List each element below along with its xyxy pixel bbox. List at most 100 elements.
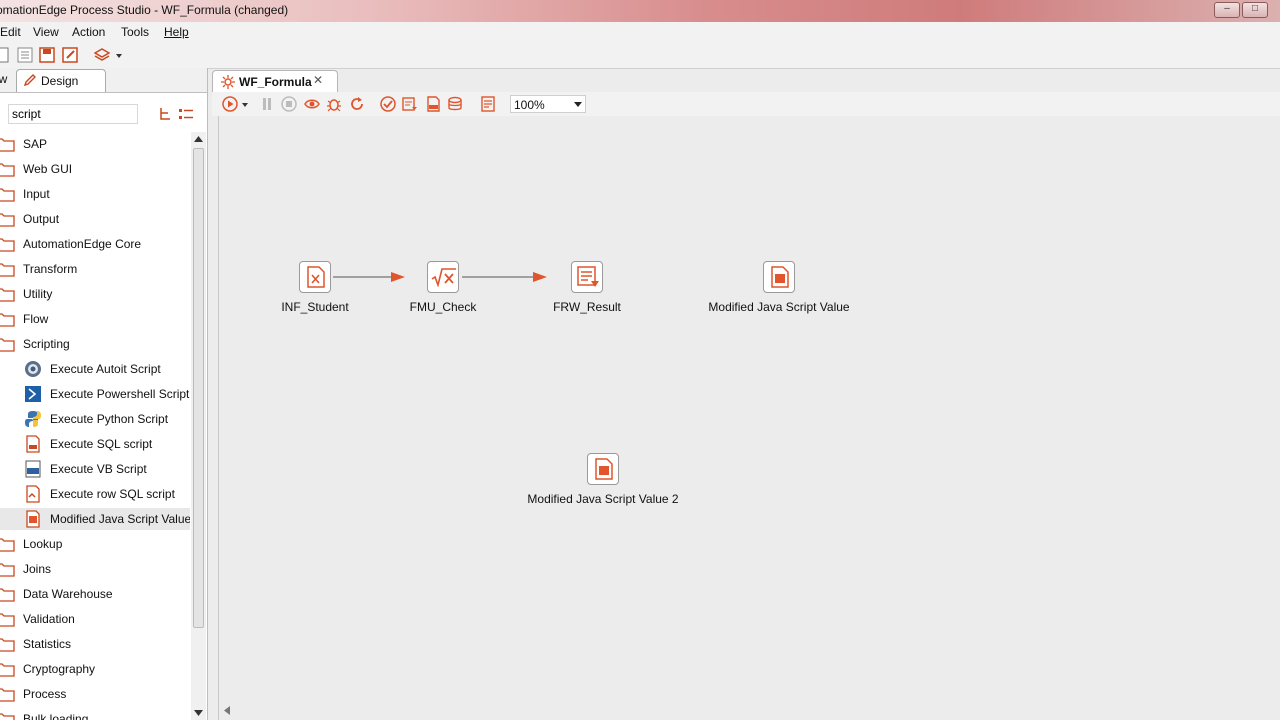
tab-wf-formula[interactable]: WF_Formula ✕ (212, 70, 338, 93)
chevron-down-icon[interactable] (114, 47, 124, 63)
category-transform[interactable]: Transform (0, 258, 190, 280)
save-icon[interactable] (39, 47, 55, 63)
category-validation[interactable]: Validation (0, 608, 190, 630)
step-label: Execute VB Script (50, 462, 147, 476)
search-input[interactable] (8, 104, 138, 124)
workflow-canvas[interactable]: INF_Student FMU_Check FRW_Result Modifie… (218, 116, 1280, 720)
category-label: SAP (23, 137, 48, 151)
left-panel-tabs: ew Design (0, 68, 207, 93)
tab-view[interactable]: ew (0, 72, 7, 86)
open-icon[interactable] (17, 47, 33, 63)
step-modified-java-script-value[interactable]: Modified Java Script Value (0, 508, 190, 530)
step-execute-autoit-script[interactable]: Execute Autoit Script (0, 358, 190, 380)
category-label: AutomationEdge Core (23, 237, 142, 251)
hop-layer (333, 272, 547, 282)
chevron-down-icon[interactable] (240, 96, 250, 112)
expand-tree-icon[interactable] (178, 107, 194, 121)
menu-action[interactable]: Action (72, 25, 105, 39)
menu-help[interactable]: Help (164, 25, 189, 39)
sql-icon[interactable] (425, 96, 441, 112)
category-scripting[interactable]: Scripting (0, 333, 190, 355)
folder-icon (0, 663, 15, 677)
debug-icon[interactable] (326, 96, 342, 112)
collapse-tree-icon[interactable] (158, 107, 172, 121)
preview-icon[interactable] (304, 96, 320, 112)
verify-icon[interactable] (380, 96, 396, 112)
category-joins[interactable]: Joins (0, 558, 190, 580)
canvas-horizontal-scrollbar[interactable] (218, 704, 1280, 716)
category-automationedge-core[interactable]: AutomationEdge Core (0, 233, 190, 255)
step-box[interactable] (427, 261, 459, 293)
category-sap[interactable]: SAP (0, 133, 190, 155)
folder-icon (0, 563, 15, 577)
category-bulk-loading[interactable]: Bulk loading (0, 708, 190, 720)
category-statistics[interactable]: Statistics (0, 633, 190, 655)
folder-open-icon (0, 338, 15, 352)
step-execute-powershell-script[interactable]: Execute Powershell Script (0, 383, 190, 405)
hop-inf-to-fmu[interactable] (333, 272, 405, 282)
menu-edit[interactable]: Edit (0, 25, 21, 39)
scroll-left-icon[interactable] (224, 706, 230, 715)
layers-icon[interactable] (94, 47, 110, 63)
notes-icon[interactable] (480, 96, 496, 112)
javascript-icon (26, 510, 40, 528)
category-input[interactable]: Input (0, 183, 190, 205)
analyze-icon[interactable] (402, 96, 418, 112)
scroll-down-icon[interactable] (194, 710, 203, 716)
step-label: FRW_Result (553, 300, 621, 314)
category-label: Scripting (23, 337, 70, 351)
step-box[interactable] (587, 453, 619, 485)
formula-icon (431, 268, 456, 287)
category-data-warehouse[interactable]: Data Warehouse (0, 583, 190, 605)
step-execute-python-script[interactable]: Execute Python Script (0, 408, 190, 430)
category-output[interactable]: Output (0, 208, 190, 230)
step-box[interactable] (571, 261, 603, 293)
step-label: FMU_Check (409, 300, 477, 314)
vb-script-icon (25, 460, 41, 478)
maximize-button[interactable]: □ (1242, 2, 1268, 18)
step-label: Execute SQL script (50, 437, 153, 451)
step-box[interactable] (763, 261, 795, 293)
category-utility[interactable]: Utility (0, 283, 190, 305)
folder-icon (0, 713, 15, 720)
category-web-gui[interactable]: Web GUI (0, 158, 190, 180)
pause-icon[interactable] (259, 96, 275, 112)
step-box[interactable] (299, 261, 331, 293)
category-flow[interactable]: Flow (0, 308, 190, 330)
editor-toolbar: 100% (212, 92, 1280, 116)
replay-icon[interactable] (349, 96, 365, 112)
minimize-button[interactable]: – (1214, 2, 1240, 18)
zoom-select[interactable]: 100% (510, 95, 586, 113)
tree-scrollbar[interactable] (191, 132, 206, 720)
save-as-icon[interactable] (62, 47, 78, 63)
menu-tools[interactable]: Tools (121, 25, 149, 39)
scroll-up-icon[interactable] (194, 136, 203, 142)
category-lookup[interactable]: Lookup (0, 533, 190, 555)
folder-icon (0, 588, 15, 602)
step-execute-vb-script[interactable]: Execute VB Script (0, 458, 190, 480)
tab-design-label: Design (41, 74, 79, 88)
stop-icon[interactable] (281, 96, 297, 112)
scrollbar-thumb[interactable] (193, 148, 204, 628)
tab-design[interactable]: Design (16, 69, 106, 92)
category-cryptography[interactable]: Cryptography (0, 658, 190, 680)
step-execute-sql-script[interactable]: Execute SQL script (0, 433, 190, 455)
new-icon[interactable] (0, 47, 10, 63)
category-label: Flow (23, 312, 49, 326)
category-label: Statistics (23, 637, 72, 651)
folder-icon (0, 613, 15, 627)
database-explore-icon[interactable] (448, 96, 464, 112)
step-execute-row-sql-script[interactable]: Execute row SQL script (0, 483, 190, 505)
hop-fmu-to-frw[interactable] (462, 272, 547, 282)
close-icon[interactable]: ✕ (313, 73, 323, 87)
category-process[interactable]: Process (0, 683, 190, 705)
folder-icon (0, 213, 15, 227)
editor-area: WF_Formula ✕ 100% INF_Student FMU_Check … (212, 68, 1280, 720)
window-title: omationEdge Process Studio - WF_Formula … (0, 3, 289, 17)
step-label: Execute Python Script (50, 412, 169, 426)
menu-view[interactable]: View (33, 25, 59, 39)
folder-icon (0, 188, 15, 202)
folder-icon (0, 238, 15, 252)
chevron-down-icon (574, 102, 582, 107)
run-icon[interactable] (222, 96, 238, 112)
